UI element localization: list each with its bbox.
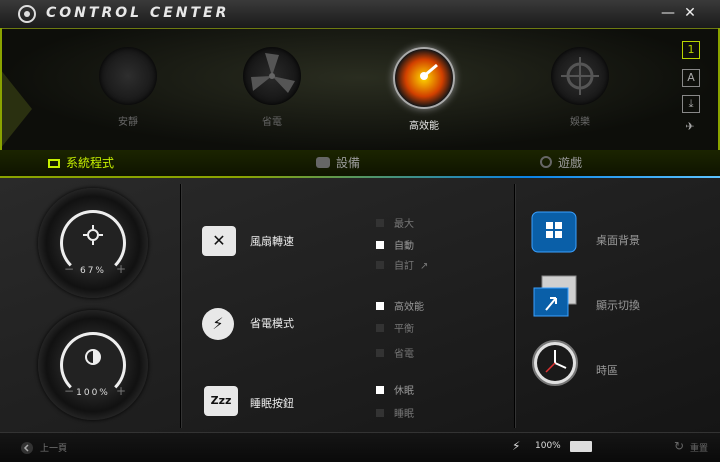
tab-devices[interactable]: 設備	[316, 154, 360, 172]
power-mode-label: 省電模式	[250, 317, 294, 330]
speaker-dial-icon	[83, 225, 103, 245]
app-title: CONTROL CENTER	[46, 5, 230, 21]
brightness-dial[interactable]: − 100% +	[38, 310, 148, 420]
divider	[180, 184, 182, 428]
battery-percent: 100%	[535, 441, 561, 451]
divider	[514, 184, 516, 428]
fan-option-custom[interactable]: 自訂 ↗	[376, 257, 428, 272]
profile-1-icon[interactable]: 1	[682, 41, 700, 59]
tab-label: 系統程式	[66, 156, 115, 170]
crosshair-icon	[551, 47, 609, 105]
brightness-value: 100%	[76, 388, 110, 398]
profile-a-icon[interactable]: A	[682, 69, 700, 87]
brightness-icon	[85, 349, 101, 365]
checkbox[interactable]	[376, 409, 384, 417]
devices-icon	[316, 157, 330, 168]
checkbox[interactable]	[376, 324, 384, 332]
power-option-balanced[interactable]: 平衡	[376, 320, 414, 335]
sleep-button-label: 睡眠按鈕	[250, 397, 294, 410]
volume-value: 67%	[79, 266, 106, 276]
windows-desktop-icon	[531, 211, 577, 253]
desktop-background-button[interactable]	[530, 210, 582, 258]
power-option-high[interactable]: 高效能	[376, 298, 424, 313]
gamepad-icon	[540, 156, 552, 168]
display-switch-button[interactable]	[530, 274, 582, 322]
battery-icon	[570, 441, 592, 452]
tab-label: 遊戲	[558, 156, 583, 170]
time-zone-button[interactable]	[530, 338, 582, 386]
mode-entertainment[interactable]: 娛樂	[540, 47, 620, 137]
airplane-icon[interactable]: ✈	[682, 119, 698, 135]
power-option-saving[interactable]: 省電	[376, 345, 414, 360]
power-plug-status-icon: ⚡	[512, 439, 521, 453]
sleep-option-sleep[interactable]: 睡眠	[376, 405, 414, 420]
desktop-background-label: 桌面背景	[596, 234, 640, 247]
mode-label: 高效能	[409, 121, 439, 132]
speedometer-icon	[393, 47, 455, 109]
fan-speed-label: 風扇轉速	[250, 235, 294, 248]
mode-label: 安靜	[118, 117, 138, 128]
plus-icon[interactable]: +	[116, 262, 126, 276]
app-logo-icon	[18, 5, 36, 23]
mode-label: 省電	[262, 117, 282, 128]
reset-label[interactable]: 重置	[690, 441, 708, 454]
sleep-option-hibernate[interactable]: 休眠	[376, 382, 414, 397]
zzz-icon[interactable]: Zzz	[204, 386, 238, 416]
mode-panel: 安靜 省電 高效能 娛樂 1 A ⤓ ✈	[0, 28, 720, 151]
title-bar: CONTROL CENTER — ✕	[0, 0, 720, 29]
volume-dial[interactable]: − 67% +	[38, 188, 148, 298]
back-icon[interactable]	[20, 441, 34, 455]
fan-icon	[243, 47, 301, 105]
power-plug-icon[interactable]: ⚡	[202, 308, 234, 340]
download-icon[interactable]: ⤓	[682, 95, 700, 113]
back-label[interactable]: 上一頁	[40, 441, 67, 454]
display-switch-label: 顯示切換	[596, 299, 640, 312]
checkbox[interactable]	[376, 261, 384, 269]
checkbox[interactable]	[376, 219, 384, 227]
monitor-icon	[48, 159, 60, 168]
tab-games[interactable]: 遊戲	[540, 154, 582, 172]
tab-bar: 系統程式 設備 遊戲	[0, 150, 720, 176]
display-switch-icon	[533, 275, 577, 317]
speaker-icon	[99, 47, 157, 105]
mode-label: 娛樂	[570, 117, 590, 128]
close-button[interactable]: ✕	[682, 4, 698, 22]
fan-box-icon[interactable]: ✕	[202, 226, 236, 256]
mode-quiet[interactable]: 安靜	[88, 47, 168, 137]
checkbox[interactable]	[376, 349, 384, 357]
arrow-left-icon	[0, 69, 32, 149]
reset-icon[interactable]: ↻	[674, 439, 684, 453]
fan-option-auto[interactable]: 自動	[376, 237, 414, 252]
external-link-icon[interactable]: ↗	[420, 261, 428, 272]
checkbox[interactable]	[376, 302, 384, 310]
checkbox[interactable]	[376, 386, 384, 394]
clock-icon	[532, 340, 578, 386]
tab-label: 設備	[336, 156, 361, 170]
minimize-button[interactable]: —	[660, 4, 676, 22]
mode-high-performance[interactable]: 高效能	[384, 47, 464, 137]
plus-icon[interactable]: +	[116, 384, 126, 398]
checkbox[interactable]	[376, 241, 384, 249]
time-zone-label: 時區	[596, 364, 618, 377]
fan-option-max[interactable]: 最大	[376, 215, 414, 230]
status-bar: 上一頁 ⚡ 100% ↻ 重置	[0, 432, 720, 462]
mode-power-saving[interactable]: 省電	[232, 47, 312, 137]
tab-system-programs[interactable]: 系統程式	[48, 154, 114, 172]
